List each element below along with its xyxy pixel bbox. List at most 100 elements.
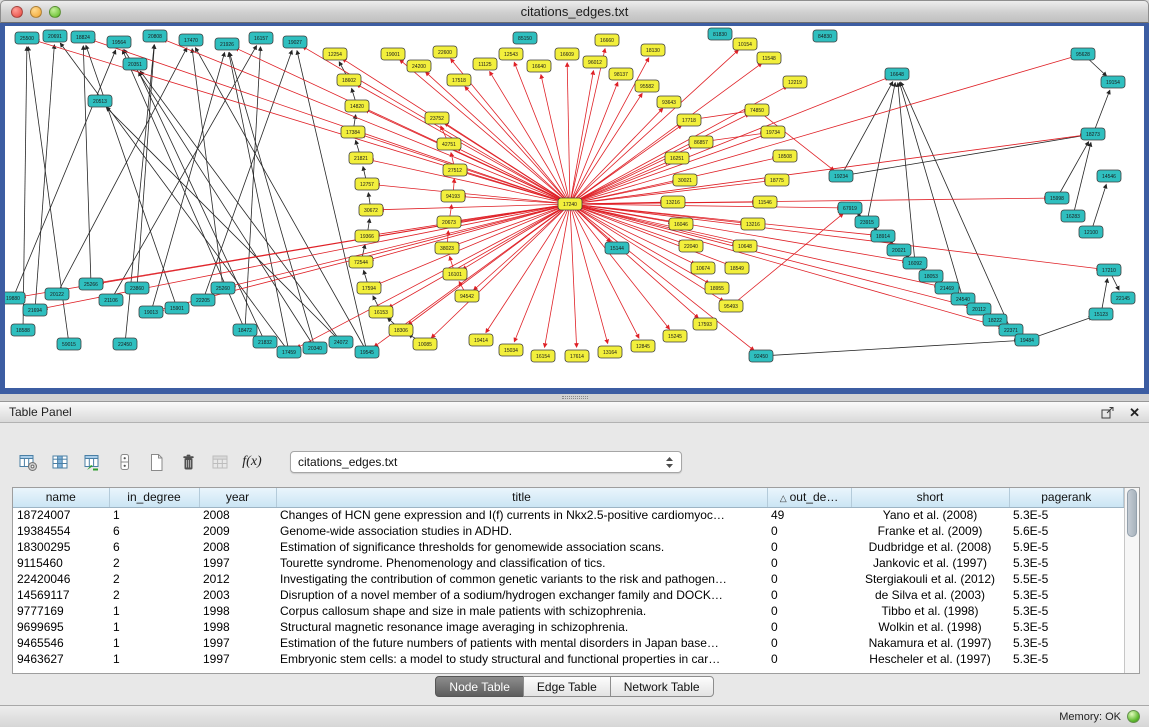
graph-node[interactable]: 19013 (139, 306, 163, 318)
select-columns-icon[interactable] (50, 452, 70, 472)
table-cell[interactable]: 9699695 (13, 619, 109, 635)
graph-node[interactable]: 72544 (349, 256, 373, 268)
graph-node[interactable]: 67919 (838, 202, 862, 214)
table-cell[interactable]: 22420046 (13, 571, 109, 587)
column-header-short[interactable]: short (851, 488, 1009, 507)
disabled-table-icon[interactable] (210, 452, 230, 472)
graph-node[interactable]: 14546 (1097, 170, 1121, 182)
graph-node[interactable]: 16640 (527, 60, 551, 72)
graph-node[interactable]: 18472 (233, 324, 257, 336)
graph-node[interactable]: 98137 (609, 68, 633, 80)
table-cell[interactable]: Investigating the contribution of common… (276, 571, 767, 587)
graph-node[interactable]: 17518 (447, 74, 471, 86)
graph-node[interactable]: 19545 (355, 346, 379, 358)
table-row[interactable]: 1872400712008Changes of HCN gene express… (13, 507, 1124, 523)
tab-node-table[interactable]: Node Table (435, 676, 524, 697)
graph-node[interactable]: 84830 (813, 30, 837, 42)
table-cell[interactable]: Nakamura et al. (1997) (851, 635, 1009, 651)
graph-node[interactable]: 20808 (143, 30, 167, 42)
table-cell[interactable]: 1998 (199, 619, 276, 635)
graph-node[interactable]: 20351 (123, 58, 147, 70)
table-cell[interactable]: 0 (767, 587, 851, 603)
table-cell[interactable]: 2 (109, 555, 199, 571)
table-cell[interactable]: 2 (109, 571, 199, 587)
graph-node[interactable]: 24200 (407, 60, 431, 72)
graph-node[interactable]: 19366 (355, 230, 379, 242)
graph-node[interactable]: 19484 (1015, 334, 1039, 346)
table-selector-dropdown[interactable]: citations_edges.txt (290, 451, 682, 473)
graph-node[interactable]: 19564 (107, 36, 131, 48)
graph-node[interactable]: 18914 (871, 230, 895, 242)
table-cell[interactable]: 1 (109, 635, 199, 651)
graph-node[interactable]: 18549 (725, 262, 749, 274)
table-cell[interactable]: 18300295 (13, 539, 109, 555)
panel-splitter[interactable] (0, 394, 1149, 401)
graph-node[interactable]: 23752 (425, 112, 449, 124)
column-header-name[interactable]: name (13, 488, 109, 507)
graph-node[interactable]: 95493 (719, 300, 743, 312)
graph-node[interactable]: 85150 (513, 32, 537, 44)
table-cell[interactable]: 1997 (199, 555, 276, 571)
table-cell[interactable]: 2 (109, 587, 199, 603)
graph-node[interactable]: 19234 (829, 170, 853, 182)
graph-node[interactable]: 96012 (583, 56, 607, 68)
graph-node[interactable]: 25266 (79, 278, 103, 290)
table-row[interactable]: 977716911998Corpus callosum shape and si… (13, 603, 1124, 619)
table-row[interactable]: 946362711997Embryonic stem cells: a mode… (13, 651, 1124, 667)
graph-node[interactable]: 16648 (885, 68, 909, 80)
table-cell[interactable]: Jankovic et al. (1997) (851, 555, 1009, 571)
graph-node[interactable]: 21926 (215, 38, 239, 50)
graph-node[interactable]: 13164 (598, 346, 622, 358)
table-cell[interactable]: 0 (767, 555, 851, 571)
graph-node[interactable]: 18602 (337, 74, 361, 86)
table-scrollbar[interactable] (1124, 488, 1139, 673)
zoom-button[interactable] (49, 6, 61, 18)
graph-node[interactable]: 20673 (437, 216, 461, 228)
table-cell[interactable]: 2008 (199, 539, 276, 555)
graph-node[interactable]: 19880 (5, 292, 25, 304)
table-cell[interactable]: 14569117 (13, 587, 109, 603)
graph-node[interactable]: 20112 (967, 303, 991, 315)
graph-node[interactable]: 16092 (903, 257, 927, 269)
graph-node[interactable]: 19734 (761, 126, 785, 138)
graph-node[interactable]: 12219 (783, 76, 807, 88)
graph-node[interactable]: 18955 (705, 282, 729, 294)
graph-node[interactable]: 21106 (99, 294, 123, 306)
table-cell[interactable]: 0 (767, 619, 851, 635)
graph-node[interactable]: 10154 (733, 38, 757, 50)
graph-node[interactable]: 20513 (88, 95, 112, 107)
table-row[interactable]: 1938455462009Genome-wide association stu… (13, 523, 1124, 539)
column-header-title[interactable]: title (276, 488, 767, 507)
graph-node[interactable]: 20691 (43, 30, 67, 42)
table-cell[interactable]: Dudbridge et al. (2008) (851, 539, 1009, 555)
table-cell[interactable]: 5.3E-5 (1009, 603, 1124, 619)
table-cell[interactable]: 5.3E-5 (1009, 635, 1124, 651)
network-window-titlebar[interactable]: citations_edges.txt (0, 0, 1149, 23)
table-cell[interactable]: 2009 (199, 523, 276, 539)
graph-node[interactable]: 17384 (341, 126, 365, 138)
graph-node[interactable]: 18053 (919, 270, 943, 282)
table-cell[interactable]: 0 (767, 635, 851, 651)
graph-node[interactable]: 22145 (1111, 292, 1135, 304)
graph-node[interactable]: 20021 (887, 244, 911, 256)
column-header-year[interactable]: year (199, 488, 276, 507)
graph-node[interactable]: 15123 (1089, 308, 1113, 320)
table-cell[interactable]: 2012 (199, 571, 276, 587)
table-settings-icon[interactable] (18, 452, 38, 472)
tab-network-table[interactable]: Network Table (610, 676, 714, 697)
graph-node[interactable]: 24072 (329, 336, 353, 348)
table-cell[interactable]: 1998 (199, 603, 276, 619)
table-cell[interactable]: 1 (109, 507, 199, 523)
table-cell[interactable]: 1 (109, 619, 199, 635)
new-table-icon[interactable] (146, 452, 166, 472)
graph-node[interactable]: 18273 (1081, 128, 1105, 140)
graph-node[interactable]: 16157 (249, 32, 273, 44)
table-row[interactable]: 911546021997Tourette syndrome. Phenomeno… (13, 555, 1124, 571)
table-cell[interactable]: Corpus callosum shape and size in male p… (276, 603, 767, 619)
tab-edge-table[interactable]: Edge Table (523, 676, 611, 697)
column-header-out-de-[interactable]: △out_de… (767, 488, 851, 507)
graph-node[interactable]: 15034 (499, 344, 523, 356)
table-cell[interactable]: 2008 (199, 507, 276, 523)
table-cell[interactable]: Franke et al. (2009) (851, 523, 1009, 539)
table-cell[interactable]: Embryonic stem cells: a model to study s… (276, 651, 767, 667)
